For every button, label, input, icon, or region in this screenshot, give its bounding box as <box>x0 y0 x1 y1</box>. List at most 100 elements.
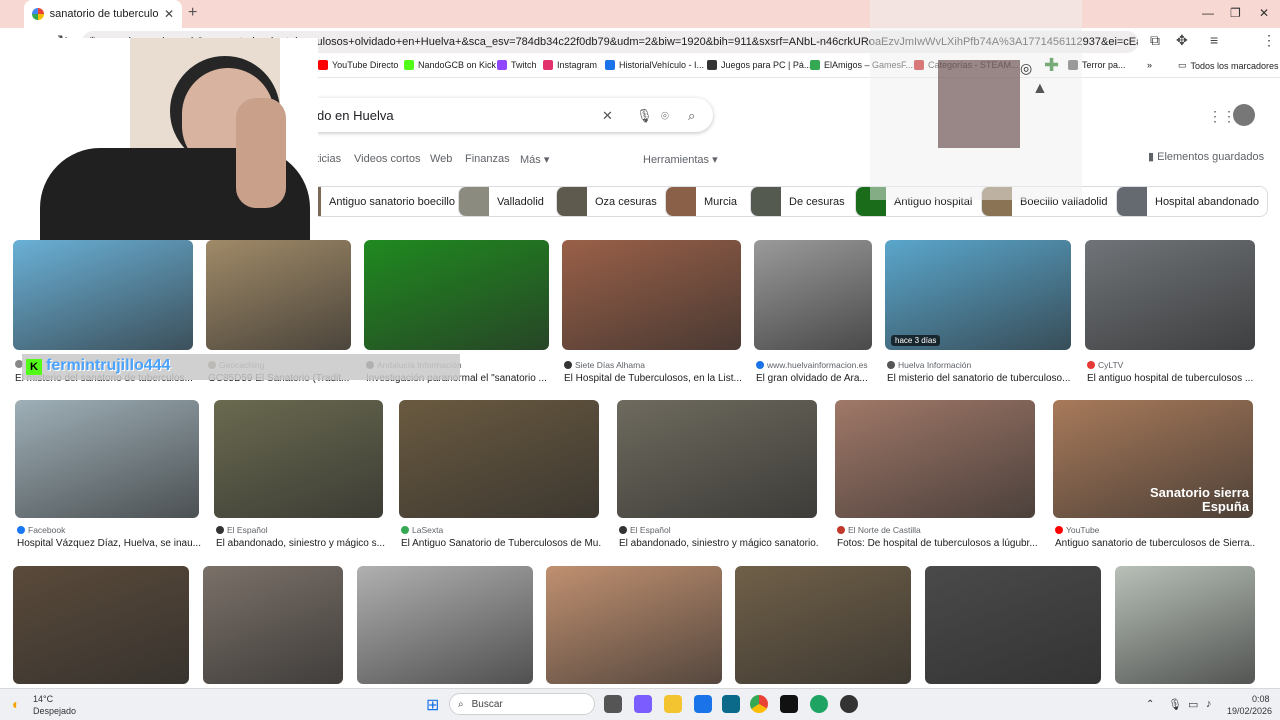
image-result-thumbnail[interactable] <box>735 566 911 684</box>
media-icon[interactable]: ≡ <box>1210 32 1218 48</box>
search-tab[interactable]: Más ▾ <box>520 153 549 166</box>
minimize-icon[interactable]: — <box>1202 6 1214 20</box>
image-result-thumbnail[interactable] <box>1115 566 1255 684</box>
microphone-tray-icon[interactable]: 🎙 <box>1168 698 1182 711</box>
image-result-thumbnail[interactable] <box>203 566 343 684</box>
maximize-icon[interactable]: ❐ <box>1230 6 1241 20</box>
tab-active[interactable]: sanatorio de tuberculosos olvid ✕ <box>24 0 182 28</box>
store-icon[interactable] <box>694 695 712 713</box>
bookmark-item[interactable]: YouTube Directo <box>318 60 398 70</box>
image-result-thumbnail[interactable]: Sanatorio sierra Espuña <box>1053 400 1253 518</box>
result-source[interactable]: El Norte de Castilla <box>837 525 921 535</box>
puzzle-icon[interactable]: ✥ <box>1176 32 1188 49</box>
task-view-icon[interactable] <box>604 695 622 713</box>
image-result-thumbnail[interactable] <box>546 566 722 684</box>
thumbnail-overlay-text: Sanatorio sierra Espuña <box>1150 485 1249 514</box>
more-bookmarks-icon[interactable]: » <box>1147 60 1152 70</box>
result-caption[interactable]: El antiguo hospital de tuberculosos ... <box>1087 373 1267 384</box>
image-result-thumbnail[interactable] <box>206 240 351 350</box>
new-tab-icon[interactable]: + <box>188 4 197 22</box>
image-result-thumbnail[interactable]: hace 3 días <box>885 240 1071 350</box>
source-label: CyLTV <box>1098 360 1124 370</box>
result-source[interactable]: El Español <box>619 525 671 535</box>
copilot-icon[interactable] <box>634 695 652 713</box>
result-caption[interactable]: El Hospital de Tuberculosos, en la List.… <box>564 373 753 384</box>
weather-icon[interactable]: ◐ <box>12 696 20 712</box>
saved-items-link[interactable]: ▮ Elementos guardados <box>1148 150 1264 163</box>
source-favicon-icon <box>216 526 224 534</box>
result-caption[interactable]: El misterio del sanatorio de tuberculoso… <box>887 373 1083 384</box>
google-apps-icon[interactable]: ⋮⋮ <box>1208 108 1236 125</box>
start-icon[interactable]: ⊞ <box>426 695 439 715</box>
result-source[interactable]: YouTube <box>1055 525 1099 535</box>
search-icon[interactable]: ⌕ <box>688 108 695 124</box>
image-result-thumbnail[interactable] <box>925 566 1101 684</box>
search-tab[interactable]: Web <box>430 153 452 165</box>
result-source[interactable]: El Español <box>216 525 268 535</box>
result-caption[interactable]: El abandonado, siniestro y mágico s... <box>216 538 395 549</box>
clock-time[interactable]: 0:08 <box>1252 694 1270 704</box>
image-result-thumbnail[interactable] <box>364 240 549 350</box>
image-result-thumbnail[interactable] <box>1085 240 1255 350</box>
image-result-thumbnail[interactable] <box>754 240 872 350</box>
result-caption[interactable]: El abandonado, siniestro y mágico sanato… <box>619 538 819 549</box>
image-result-thumbnail[interactable] <box>13 566 189 684</box>
account-avatar[interactable] <box>1233 104 1255 126</box>
result-caption[interactable]: Hospital Vázquez Díaz, Huelva, se inau..… <box>17 538 211 549</box>
result-source[interactable]: LaSexta <box>401 525 443 535</box>
related-search-chip[interactable]: Hospital abandonado <box>1116 186 1268 217</box>
source-label: Facebook <box>28 525 66 535</box>
chrome-icon[interactable] <box>750 695 768 713</box>
record-icon[interactable] <box>840 695 858 713</box>
search-tab[interactable]: Finanzas <box>465 153 510 165</box>
image-result-thumbnail[interactable] <box>562 240 741 350</box>
tray-chevron-icon[interactable]: ⌃ <box>1146 699 1154 710</box>
source-favicon-icon <box>564 361 572 369</box>
all-bookmarks-folder[interactable]: ▭ Todos los marcadores <box>1178 60 1279 71</box>
extension-icon[interactable]: ⧉ <box>1150 32 1160 49</box>
image-result-thumbnail[interactable] <box>357 566 533 684</box>
bookmark-item[interactable]: HistorialVehículo - I... <box>605 60 704 70</box>
image-result-thumbnail[interactable] <box>399 400 599 518</box>
image-result-thumbnail[interactable] <box>15 400 199 518</box>
result-source[interactable]: Siete Días Alhama <box>564 360 645 370</box>
terminal-icon[interactable] <box>722 695 740 713</box>
camera-search-icon[interactable]: ⌾ <box>661 108 669 124</box>
result-caption[interactable]: El gran olvidado de Ara... <box>756 373 884 384</box>
bookmark-item[interactable]: Twitch <box>497 60 537 70</box>
triangle-button-icon: ▲ <box>1032 80 1048 97</box>
file-explorer-icon[interactable] <box>664 695 682 713</box>
taskbar-search[interactable]: ⌕ Buscar <box>449 693 595 715</box>
bookmark-item[interactable]: Juegos para PC | Pá... <box>707 60 811 70</box>
result-caption[interactable]: Fotos: De hospital de tuberculosos a lúg… <box>837 538 1037 549</box>
chip-thumbnail <box>751 187 781 216</box>
bookmark-label: Instagram <box>557 60 598 70</box>
weather-desc[interactable]: Despejado <box>33 706 76 716</box>
result-caption[interactable]: Antiguo sanatorio de tuberculosos de Sie… <box>1055 538 1255 549</box>
obs-icon[interactable] <box>810 695 828 713</box>
tools-button[interactable]: Herramientas ▾ <box>643 153 718 166</box>
weather-temp[interactable]: 14°C <box>33 694 53 704</box>
image-result-thumbnail[interactable] <box>214 400 383 518</box>
bookmark-item[interactable]: Instagram <box>543 60 597 70</box>
close-tab-icon[interactable]: ✕ <box>164 7 174 21</box>
microphone-icon[interactable]: 🎙 <box>636 108 653 124</box>
image-result-thumbnail[interactable] <box>13 240 193 350</box>
search-tab[interactable]: Videos cortos <box>354 153 420 165</box>
bookmark-item[interactable]: NandoGCB on Kick <box>404 60 496 70</box>
clock-date[interactable]: 19/02/2026 <box>1227 706 1272 716</box>
image-result-thumbnail[interactable] <box>617 400 817 518</box>
result-source[interactable]: CyLTV <box>1087 360 1123 370</box>
result-source[interactable]: www.huelvainformacion.es <box>756 360 868 370</box>
tiktok-icon[interactable] <box>780 695 798 713</box>
result-source[interactable]: Facebook <box>17 525 65 535</box>
volume-icon[interactable]: ♪ <box>1206 698 1212 710</box>
image-result-thumbnail[interactable] <box>835 400 1035 518</box>
result-source[interactable]: Huelva Información <box>887 360 971 370</box>
menu-dots-icon[interactable]: ⋮ <box>1262 32 1276 49</box>
close-window-icon[interactable]: ✕ <box>1259 6 1269 20</box>
clear-icon[interactable]: ✕ <box>602 108 613 124</box>
source-label: Siete Días Alhama <box>575 360 645 370</box>
result-caption[interactable]: El Antiguo Sanatorio de Tuberculosos de … <box>401 538 601 549</box>
network-icon[interactable]: ▭ <box>1188 698 1198 711</box>
